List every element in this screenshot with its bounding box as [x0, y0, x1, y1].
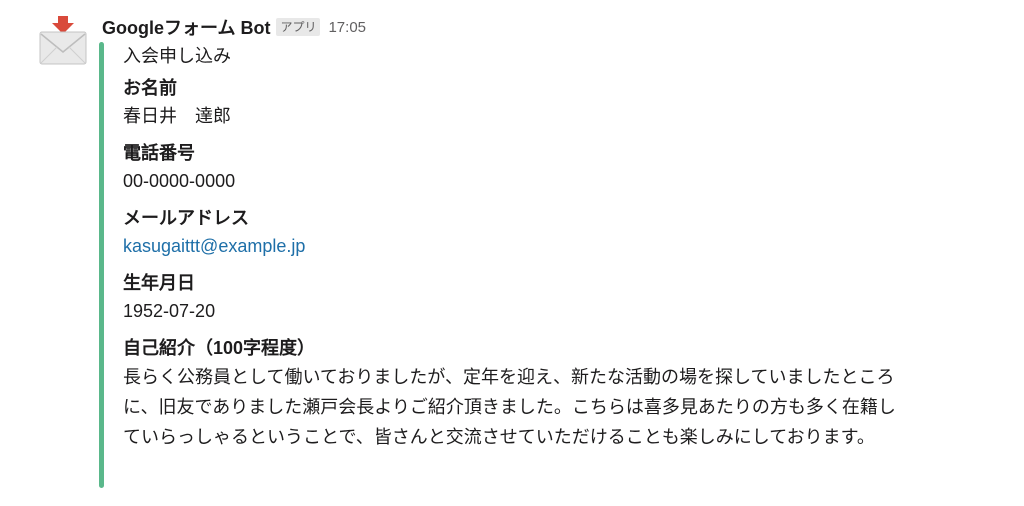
field-self-introduction: 自己紹介（100字程度） 長らく公務員として働いておりましたが、定年を迎え、新た… — [123, 334, 903, 452]
field-value: 00-0000-0000 — [123, 171, 236, 191]
bot-message: Googleフォーム Bot アプリ 17:05 入会申し込み お名前 春日井 … — [0, 0, 1024, 506]
field-value: 1952-07-20 — [123, 301, 216, 321]
field-label: 生年月日 — [123, 273, 195, 293]
field-email: メールアドレス kasugaittt@example.jp — [123, 204, 903, 260]
attachment-accent-bar — [99, 42, 104, 488]
field-label: お名前 — [123, 78, 177, 98]
field-label: 電話番号 — [123, 143, 195, 163]
field-birthdate: 生年月日 1952-07-20 — [123, 269, 903, 325]
field-phone: 電話番号 00-0000-0000 — [123, 139, 903, 195]
message-header: Googleフォーム Bot アプリ 17:05 — [102, 14, 366, 40]
email-link[interactable]: kasugaittt@example.jp — [123, 232, 903, 260]
attachment-body: 入会申し込み お名前 春日井 達郎 電話番号 00-0000-0000 メールア… — [123, 42, 903, 461]
field-name: お名前 春日井 達郎 — [123, 74, 903, 130]
field-label: メールアドレス — [123, 208, 249, 228]
form-attachment: 入会申し込み お名前 春日井 達郎 電話番号 00-0000-0000 メールア… — [99, 42, 919, 488]
field-value: 長らく公務員として働いておりましたが、定年を迎え、新たな活動の場を探していました… — [123, 367, 896, 447]
app-badge: アプリ — [276, 18, 321, 36]
message-timestamp[interactable]: 17:05 — [328, 19, 366, 36]
form-title: 入会申し込み — [123, 46, 231, 66]
field-label: 自己紹介（100字程度） — [123, 338, 316, 358]
field-value: 春日井 達郎 — [123, 106, 231, 126]
sender-name[interactable]: Googleフォーム Bot — [102, 14, 270, 40]
incoming-envelope-icon[interactable] — [38, 14, 88, 70]
